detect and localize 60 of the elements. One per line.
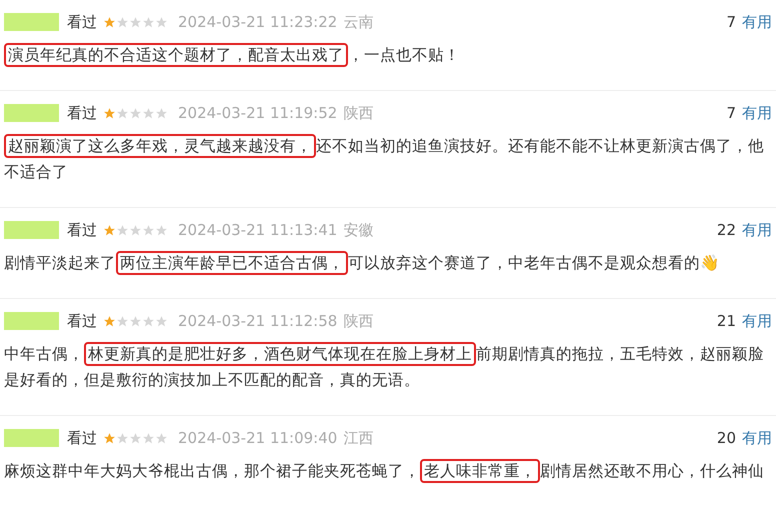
- star-icon: [116, 16, 129, 28]
- comment-time: 2024-03-21 11:12:58: [178, 310, 338, 332]
- useful-link[interactable]: 有用: [742, 102, 772, 124]
- status-label: 看过: [67, 102, 97, 124]
- vote-count: 7: [726, 102, 736, 124]
- vote-count: 22: [716, 220, 736, 241]
- comment-location: 陕西: [343, 310, 374, 332]
- star-icon: [142, 16, 155, 28]
- star-icon: [129, 224, 142, 236]
- comment-text: 赵丽颖演了这么多年戏，灵气越来越没有， 还不如当初的追鱼演技好。还有能不能不让林更新演古偶了，他不适合了: [4, 133, 772, 185]
- comment-text: 剧情平淡起来了 两位主演年龄早已不适合古偶， 可以放弃这个赛道了，中老年古偶不是观众想看的👋: [4, 250, 772, 276]
- comment-location: 云南: [343, 12, 374, 33]
- star-icon: [116, 314, 129, 328]
- star-icon: [155, 106, 168, 120]
- comment-location: 安徽: [343, 220, 374, 241]
- star-icon: [103, 106, 116, 120]
- star-icon: [103, 432, 116, 444]
- comment-text: 麻烦这群中年大妈大爷棍出古偶，那个裙子能夹死苍蝇了， 老人味非常重， 剧情居然还敢不用心，什么神仙: [4, 458, 772, 484]
- star-icon: [129, 106, 142, 120]
- useful-link[interactable]: 有用: [742, 10, 772, 34]
- star-icon: [142, 224, 155, 236]
- star-icon: [116, 106, 129, 120]
- star-icon: [103, 314, 116, 328]
- status-label: 看过: [67, 12, 97, 33]
- star-icon: [129, 314, 142, 328]
- star-icon: [142, 432, 155, 444]
- redaction-block: [4, 221, 59, 239]
- vote-count: 20: [716, 428, 736, 449]
- star-icon: [155, 16, 168, 28]
- comment-time: 2024-03-21 11:13:41: [178, 220, 338, 241]
- comment-time: 2024-03-21 11:19:52: [178, 102, 338, 124]
- star-icon: [116, 432, 129, 444]
- star-icon: [129, 432, 142, 444]
- status-label: 看过: [67, 220, 97, 241]
- redaction-block: [4, 429, 59, 447]
- star-icon: [103, 224, 116, 236]
- star-icon: [155, 432, 168, 444]
- star-icon: [116, 224, 129, 236]
- star-icon: [129, 16, 142, 28]
- star-icon: [142, 106, 155, 120]
- star-icon: [103, 16, 116, 28]
- comment-location: 陕西: [343, 102, 374, 124]
- vote-count: 21: [716, 310, 736, 332]
- star-icon: [142, 314, 155, 328]
- redaction-block: [4, 104, 59, 122]
- useful-link[interactable]: 有用: [742, 310, 772, 332]
- status-label: 看过: [67, 310, 97, 332]
- useful-link[interactable]: 有用: [742, 426, 772, 450]
- redaction-block: [4, 13, 59, 31]
- comment-time: 2024-03-21 11:23:22: [178, 12, 338, 33]
- comment-text: 中年古偶， 林更新真的是肥壮好多，酒色财气体现在在脸上身材上 前期剧情真的拖拉，五毛特效，赵丽颖脸是好看的，但是敷衍的演技加上不匹配的配音，真的无语。: [4, 341, 772, 393]
- comment-time: 2024-03-21 11:09:40: [178, 428, 338, 449]
- star-icon: [155, 314, 168, 328]
- status-label: 看过: [67, 428, 97, 449]
- redaction-block: [4, 312, 59, 330]
- star-icon: [155, 224, 168, 236]
- comment-text: 演员年纪真的不合适这个题材了，配音太出戏了 ，一点也不贴！: [4, 42, 772, 68]
- vote-count: 7: [726, 12, 736, 33]
- useful-link[interactable]: 有用: [742, 218, 772, 242]
- comment-location: 江西: [343, 428, 374, 449]
